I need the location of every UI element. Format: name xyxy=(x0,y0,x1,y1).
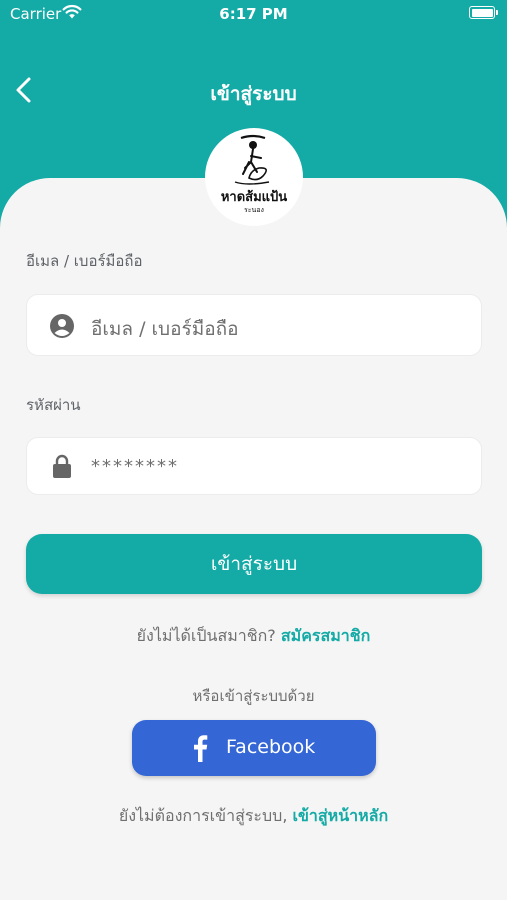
surfer-logo-icon: หาดส้มแป้น ระนอง xyxy=(221,134,287,214)
skip-row: ยังไม่ต้องการเข้าสู่ระบบ, เข้าสู่หน้าหลั… xyxy=(0,804,507,829)
facebook-f-icon xyxy=(194,735,208,762)
skip-prompt: ยังไม่ต้องการเข้าสู่ระบบ, xyxy=(118,806,293,825)
password-label: รหัสผ่าน xyxy=(26,396,81,414)
status-bar: Carrier 6:17 PM xyxy=(0,0,507,30)
password-value: ******** xyxy=(91,456,179,477)
go-home-link[interactable]: เข้าสู่หน้าหลัก xyxy=(293,806,389,825)
email-placeholder: อีเมล / เบอร์มือถือ xyxy=(91,318,239,340)
logo-name: หาดส้มแป้น xyxy=(221,189,287,205)
facebook-login-button[interactable]: Facebook xyxy=(132,720,376,776)
lock-icon xyxy=(53,454,71,478)
page-title: เข้าสู่ระบบ xyxy=(210,83,297,105)
facebook-label: Facebook xyxy=(226,736,316,758)
social-login-prompt: หรือเข้าสู่ระบบด้วย xyxy=(192,687,315,705)
register-link[interactable]: สมัครสมาชิก xyxy=(281,626,370,645)
register-row: ยังไม่ได้เป็นสมาชิก? สมัครสมาชิก xyxy=(0,624,507,649)
battery-icon xyxy=(469,6,498,19)
register-prompt: ยังไม่ได้เป็นสมาชิก? xyxy=(136,626,281,645)
email-field[interactable]: อีเมล / เบอร์มือถือ xyxy=(26,294,482,356)
status-time: 6:17 PM xyxy=(219,5,288,23)
logo-subtitle: ระนอง xyxy=(244,206,264,214)
email-label: อีเมล / เบอร์มือถือ xyxy=(26,252,143,270)
password-field[interactable]: ******** xyxy=(26,437,482,495)
user-circle-icon xyxy=(50,314,74,338)
login-button[interactable]: เข้าสู่ระบบ xyxy=(26,534,482,594)
app-logo: หาดส้มแป้น ระนอง xyxy=(205,128,303,226)
